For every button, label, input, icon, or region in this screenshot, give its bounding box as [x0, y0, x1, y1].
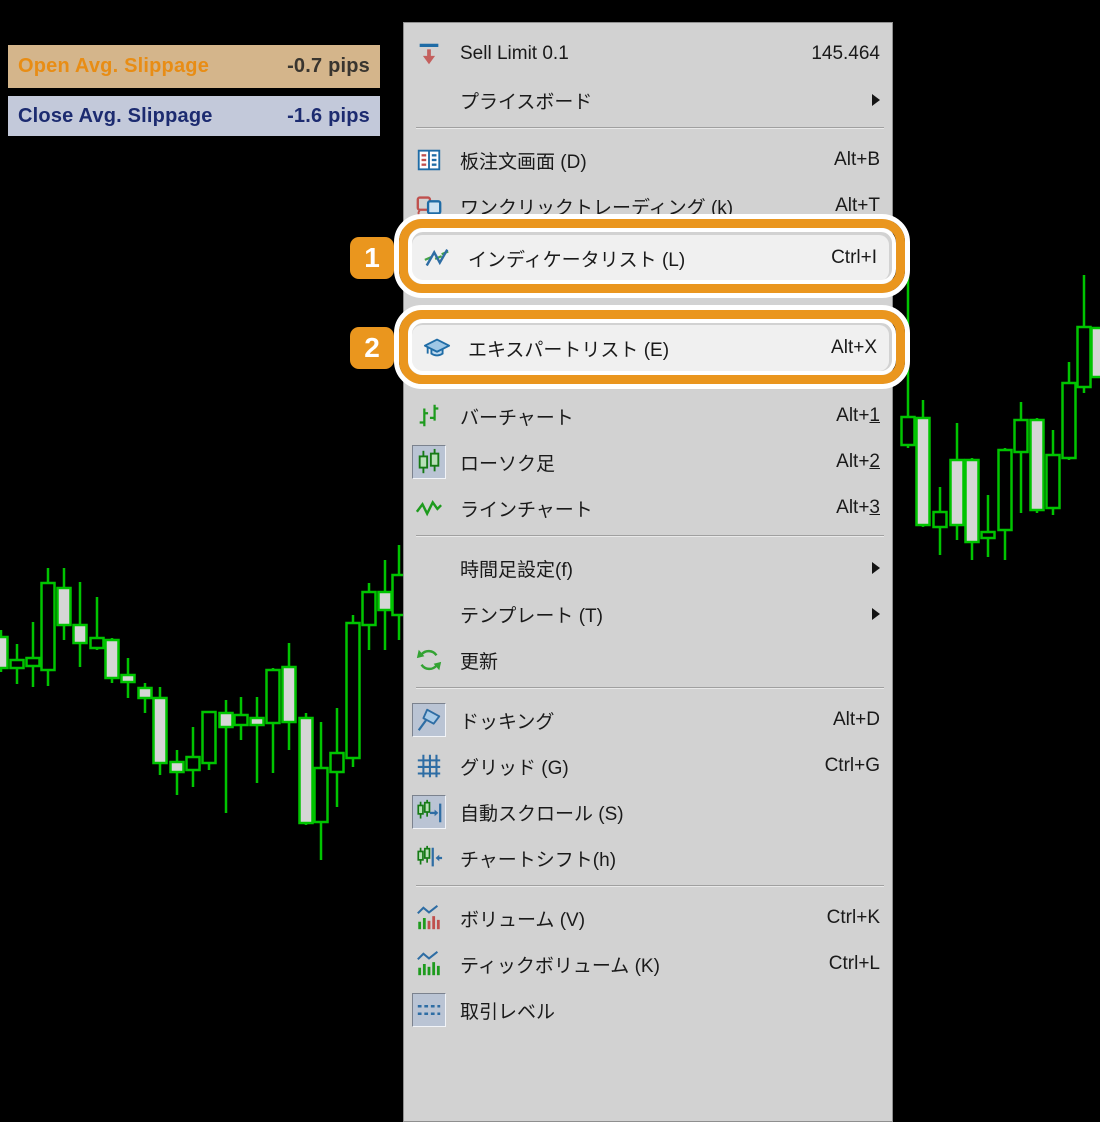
open-slippage-label: Open Avg. Slippage [18, 55, 209, 78]
open-slippage-badge: Open Avg. Slippage -0.7 pips [8, 45, 380, 88]
chart-shift-icon [412, 841, 446, 875]
menu-item-docking[interactable]: ドッキング Alt+D [404, 697, 892, 743]
expert-list-icon [420, 331, 454, 365]
menu-item-label: ローソク足 [460, 449, 555, 476]
menu-item-shortcut: Ctrl+K [827, 907, 880, 929]
menu-item-label: チャートシフト(h) [460, 845, 616, 872]
chart-context-menu: Sell Limit 0.1 145.464 プライスボード板注文画面 (D) Alt… [403, 22, 893, 1122]
close-slippage-badge: Close Avg. Slippage -1.6 pips [8, 96, 380, 136]
menu-item-bar-chart[interactable]: バーチャート Alt+1 [404, 393, 892, 439]
step-badge-1: 1 [350, 237, 394, 279]
close-slippage-label: Close Avg. Slippage [18, 105, 213, 128]
menu-item-templates[interactable]: テンプレート (T) [404, 591, 892, 637]
menu-item-dom[interactable]: 板注文画面 (D) Alt+B [404, 137, 892, 183]
menu-item-label: グリッド (G) [460, 753, 569, 780]
line-chart-icon [412, 491, 446, 525]
step-badge-2: 2 [350, 327, 394, 369]
bar-chart-icon [412, 399, 446, 433]
candlestick-icon [412, 445, 446, 479]
menu-separator [416, 885, 884, 887]
menu-item-label: 時間足設定(f) [460, 555, 573, 582]
menu-item-chart-shift[interactable]: チャートシフト(h) [404, 835, 892, 881]
menu-item-shortcut: Alt+X [831, 337, 877, 359]
menu-separator [416, 383, 884, 385]
menu-item-shortcut: Alt+D [833, 709, 880, 731]
menu-item-label: Sell Limit 0.1 [460, 43, 569, 65]
menu-item-grid[interactable]: グリッド (G) Ctrl+G [404, 743, 892, 789]
menu-item-candlestick[interactable]: ローソク足 Alt+2 [404, 439, 892, 485]
menu-item-label: 取引レベル [460, 997, 555, 1024]
indicator-list-icon [420, 241, 454, 275]
menu-item-trade-levels[interactable]: 取引レベル [404, 987, 892, 1033]
menu-item-auto-scroll[interactable]: 自動スクロール (S) [404, 789, 892, 835]
close-slippage-value: -1.6 pips [287, 105, 370, 128]
open-slippage-value: -0.7 pips [287, 55, 370, 78]
menu-item-refresh[interactable]: 更新 [404, 637, 892, 683]
icon-spacer [412, 551, 446, 585]
submenu-arrow-icon [872, 94, 880, 106]
menu-item-indicator-list[interactable]: インディケータリスト (L) Ctrl+I [412, 235, 889, 281]
menu-item-volume[interactable]: ボリューム (V) Ctrl+K [404, 895, 892, 941]
menu-item-label: ラインチャート [460, 495, 593, 522]
refresh-icon [412, 643, 446, 677]
menu-item-label: テンプレート (T) [460, 601, 603, 628]
chart-window: Open Avg. Slippage -0.7 pips Close Avg. … [0, 0, 1100, 1040]
tick-volume-icon [412, 947, 446, 981]
menu-item-shortcut: Ctrl+G [825, 755, 880, 777]
menu-item-price-board[interactable]: プライスボード [404, 77, 892, 123]
autoscroll-icon [412, 795, 446, 829]
menu-item-shortcut: Alt+1 [836, 405, 880, 427]
menu-item-shortcut: Alt+3 [836, 497, 880, 519]
menu-item-tick-volume[interactable]: ティックボリューム (K) Ctrl+L [404, 941, 892, 987]
menu-item-timeframes[interactable]: 時間足設定(f) [404, 545, 892, 591]
sell-limit-icon [412, 37, 446, 71]
menu-item-shortcut: Ctrl+I [831, 247, 877, 269]
menu-separator [416, 127, 884, 129]
menu-item-label: ボリューム (V) [460, 905, 585, 932]
grid-icon [412, 749, 446, 783]
menu-item-label: 更新 [460, 647, 498, 674]
menu-item-label: ドッキング [460, 707, 554, 734]
icon-spacer [412, 83, 446, 117]
trade-levels-icon [412, 993, 446, 1027]
pin-icon [412, 703, 446, 737]
menu-item-shortcut: Ctrl+L [829, 953, 880, 975]
volume-icon [412, 901, 446, 935]
menu-item-shortcut: Alt+2 [836, 451, 880, 473]
menu-item-label: ワンクリックトレーディング (k) [460, 193, 733, 220]
icon-spacer [412, 597, 446, 631]
menu-item-label: プライスボード [460, 87, 592, 114]
submenu-arrow-icon [872, 608, 880, 620]
submenu-arrow-icon [872, 562, 880, 574]
menu-item-one-click-trading[interactable]: ワンクリックトレーディング (k) Alt+T [404, 183, 892, 229]
menu-item-label: 板注文画面 (D) [460, 147, 587, 174]
menu-item-sell-limit[interactable]: Sell Limit 0.1 145.464 [404, 31, 892, 77]
menu-item-shortcut: Alt+B [834, 149, 880, 171]
menu-item-shortcut: Alt+T [835, 195, 880, 217]
menu-item-expert-list[interactable]: エキスパートリスト (E) Alt+X [412, 325, 889, 371]
menu-item-line-chart[interactable]: ラインチャート Alt+3 [404, 485, 892, 531]
menu-item-label: インディケータリスト (L) [468, 245, 685, 272]
menu-item-label: バーチャート [460, 403, 574, 430]
menu-item-label: エキスパートリスト (E) [468, 335, 669, 362]
one-click-icon [412, 189, 446, 223]
menu-item-label: ティックボリューム (K) [460, 951, 660, 978]
menu-item-shortcut: 145.464 [811, 43, 880, 65]
menu-item-label: 自動スクロール (S) [460, 799, 624, 826]
dom-icon [412, 143, 446, 177]
menu-separator [416, 687, 884, 689]
menu-separator [416, 535, 884, 537]
